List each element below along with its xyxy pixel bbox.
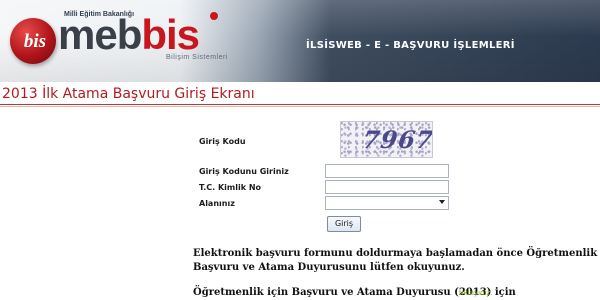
info-line-1: Elektronik başvuru formunu doldurmaya ba… xyxy=(193,248,600,259)
captcha-code-input[interactable] xyxy=(325,164,449,178)
logo-ball-text: bis xyxy=(23,31,47,52)
title-divider xyxy=(0,104,600,105)
tc-kimlik-input[interactable] xyxy=(325,180,449,194)
logo-wordmark: mebbis xyxy=(58,11,200,58)
captcha-text: 79671 xyxy=(360,125,433,154)
login-button[interactable]: Giriş xyxy=(327,216,361,232)
mebbis-logo[interactable]: bis Milli Eğitim Bakanlığı mebbis Bilişi… xyxy=(4,4,244,76)
logo-subtitle: Bilişim Sistemleri xyxy=(166,54,228,61)
code-label: Giriş Kodunu Giriniz xyxy=(199,167,289,176)
captcha-label: Giriş Kodu xyxy=(199,137,246,146)
page-title: 2013 İlk Atama Başvuru Giriş Ekranı xyxy=(2,86,255,102)
field-label: Alanınız xyxy=(199,199,235,208)
logo-suffix: bis xyxy=(141,11,200,58)
logo-prefix: meb xyxy=(58,11,142,58)
tc-label: T.C. Kimlik No xyxy=(199,183,262,192)
header-banner: bis Milli Eğitim Bakanlığı mebbis Bilişi… xyxy=(0,0,600,82)
announcement-link[interactable]: tıklayınız. xyxy=(459,289,492,297)
captcha-image: 79671 xyxy=(340,121,433,158)
info-line-2: Başvuru ve Atama Duyurusunu lütfen okuyu… xyxy=(193,262,465,273)
logo-dot-icon xyxy=(210,12,218,20)
title-divider-shadow xyxy=(0,106,600,107)
chevron-down-icon xyxy=(439,200,445,204)
app-title: İLSİSWEB - E - BAŞVURU İŞLEMLERİ xyxy=(306,40,515,51)
field-select[interactable] xyxy=(325,196,449,210)
